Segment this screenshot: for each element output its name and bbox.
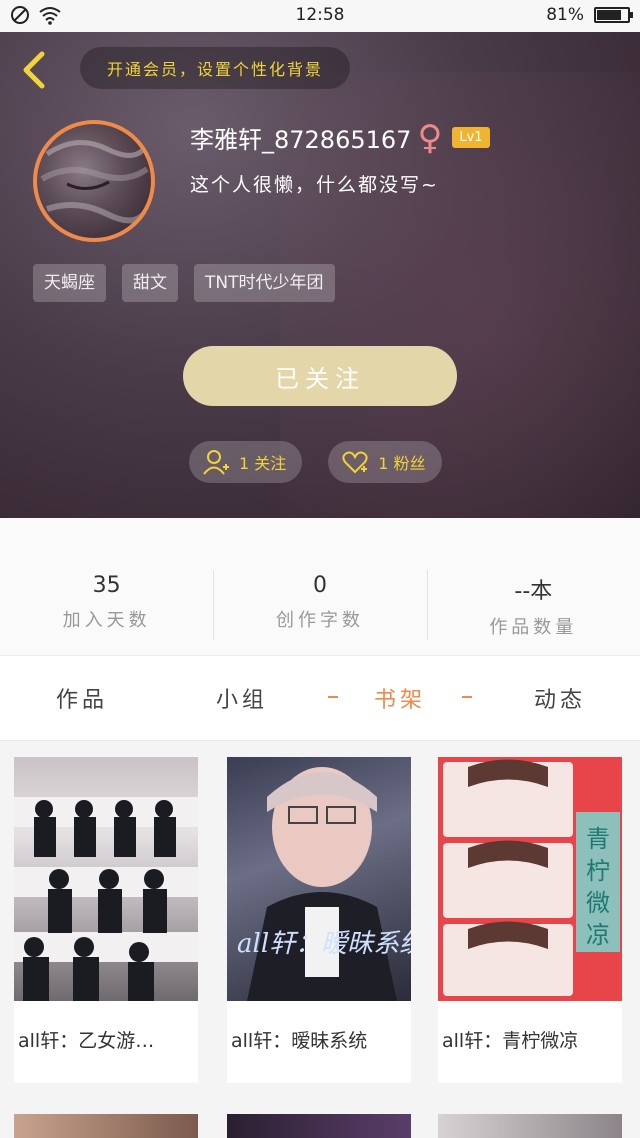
stat-label: 作品数量 xyxy=(489,617,578,638)
cover-char-4: 凉 xyxy=(586,921,610,949)
book-title: all轩：乙女游… xyxy=(18,1030,155,1052)
avatar-image xyxy=(40,140,150,224)
tag-list: 天蝎座 甜文 TNT时代少年团 xyxy=(33,264,335,302)
back-arrow-icon[interactable] xyxy=(18,50,50,90)
stat-value: --本 xyxy=(514,579,553,604)
battery-fill xyxy=(597,10,621,20)
avatar[interactable] xyxy=(33,120,155,242)
book-title: all轩：青柠微凉 xyxy=(442,1030,579,1052)
tab-bar: 作品 小组 书架 动态 xyxy=(0,655,640,741)
stat-label: 创作字数 xyxy=(275,610,364,631)
book-card-partial[interactable] xyxy=(14,1114,198,1138)
bookshelf-grid: all轩：乙女游… all轩：暧昧系统 all轩：暧昧系统 青 柠 微 凉 al… xyxy=(0,742,640,1138)
level-badge: Lv1 xyxy=(452,127,490,148)
cover-text: all轩：暧昧系统 xyxy=(237,929,411,959)
stat-value: 35 xyxy=(92,573,121,598)
signature: 这个人很懒，什么都没写~ xyxy=(190,174,439,196)
book-card[interactable]: all轩：乙女游… xyxy=(14,757,198,1083)
stat-days: 35 加入天数 xyxy=(0,518,213,655)
book-cover: 青 柠 微 凉 xyxy=(438,757,622,1001)
stat-label: 加入天数 xyxy=(62,610,151,631)
tag-genre[interactable]: 甜文 xyxy=(122,264,178,302)
username-row: 李雅轩_872865167 ♀ Lv1 xyxy=(190,120,490,155)
status-bar: 12:58 81% xyxy=(0,0,640,32)
clock: 12:58 xyxy=(295,5,345,25)
battery-percent: 81% xyxy=(546,5,584,25)
follow-counts: 1 关注 1 粉丝 xyxy=(189,441,442,483)
book-card[interactable]: all轩：暧昧系统 all轩：暧昧系统 xyxy=(227,757,411,1083)
fans-count: 1 粉丝 xyxy=(378,454,426,473)
stat-works: --本 作品数量 xyxy=(426,518,640,655)
tab-works[interactable]: 作品 xyxy=(32,682,132,714)
book-card[interactable]: 青 柠 微 凉 all轩：青柠微凉 xyxy=(438,757,622,1083)
fans-button[interactable]: 1 粉丝 xyxy=(328,441,442,483)
battery-icon xyxy=(594,7,633,23)
profile-header: 开通会员，设置个性化背景 李雅轩_872865167 ♀ Lv1 这个人很懒，什… xyxy=(0,32,640,518)
cover-art xyxy=(14,797,198,1001)
stat-value: 0 xyxy=(312,573,327,598)
vip-promo-button[interactable]: 开通会员，设置个性化背景 xyxy=(80,47,350,89)
book-cover: all轩：暧昧系统 xyxy=(227,757,411,1001)
username: 李雅轩_872865167 xyxy=(190,126,412,154)
cover-char-2: 柠 xyxy=(586,857,610,885)
cover-char-1: 青 xyxy=(586,825,610,853)
add-user-icon xyxy=(203,450,229,475)
female-icon: ♀ xyxy=(417,117,443,158)
book-cover xyxy=(14,757,198,1001)
following-button[interactable]: 1 关注 xyxy=(189,441,303,483)
stat-words: 0 创作字数 xyxy=(213,518,426,655)
following-count: 1 关注 xyxy=(239,454,287,473)
tab-activity[interactable]: 动态 xyxy=(510,682,610,714)
tag-fandom[interactable]: TNT时代少年团 xyxy=(194,264,335,302)
cover-art: 青 柠 微 凉 xyxy=(438,757,622,1001)
status-icons-right: 81% xyxy=(546,5,633,25)
book-card-partial[interactable] xyxy=(227,1114,411,1138)
cover-char-3: 微 xyxy=(586,889,610,917)
tab-groups[interactable]: 小组 xyxy=(192,682,292,714)
tab-bookshelf[interactable]: 书架 xyxy=(328,682,472,714)
tag-zodiac[interactable]: 天蝎座 xyxy=(33,264,106,302)
heart-icon xyxy=(342,451,368,474)
book-card-partial[interactable] xyxy=(438,1114,622,1138)
cover-art: all轩：暧昧系统 xyxy=(237,767,411,1001)
stats-bar: 35 加入天数 0 创作字数 --本 作品数量 xyxy=(0,518,640,655)
book-title: all轩：暧昧系统 xyxy=(231,1030,368,1052)
follow-button[interactable]: 已关注 xyxy=(183,346,457,406)
